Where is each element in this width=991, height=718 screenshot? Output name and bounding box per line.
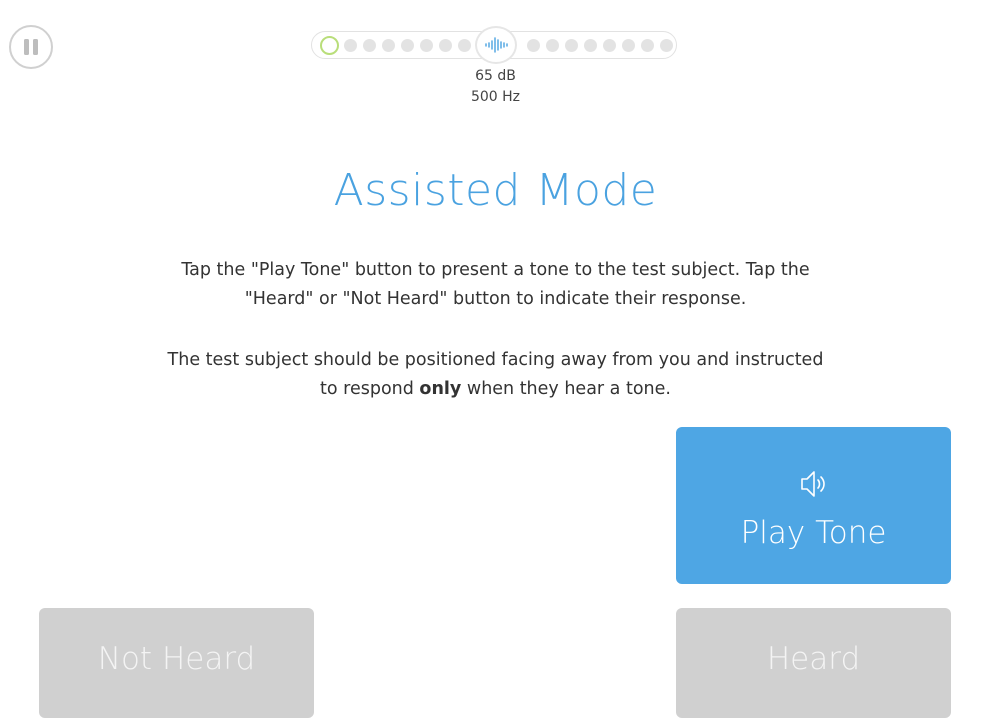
instructions-line-1: Tap the "Play Tone" button to present a … — [181, 260, 810, 280]
progress-dot — [660, 39, 673, 52]
instructions-text: Tap the "Play Tone" button to present a … — [100, 256, 891, 314]
progress-dot — [641, 39, 654, 52]
note-prefix: to respond — [320, 379, 420, 399]
not-heard-button[interactable]: Not Heard — [39, 608, 314, 718]
pause-button[interactable] — [9, 25, 53, 69]
progress-dot — [622, 39, 635, 52]
note-emphasis: only — [419, 379, 462, 399]
progress-dot-current — [320, 36, 339, 55]
current-tone-badge — [475, 26, 517, 64]
intensity-readout: 65 dB — [475, 68, 516, 84]
play-tone-label: Play Tone — [740, 514, 887, 551]
speaker-icon — [800, 470, 825, 497]
progress-dot — [603, 39, 616, 52]
page-title: Assisted Mode — [333, 165, 658, 216]
progress-dot — [458, 39, 471, 52]
sound-wave-icon — [485, 37, 508, 53]
progress-dot — [420, 39, 433, 52]
not-heard-label: Not Heard — [97, 641, 256, 677]
progress-dot — [401, 39, 414, 52]
heard-button[interactable]: Heard — [676, 608, 951, 718]
progress-dot — [363, 39, 376, 52]
note-suffix: when they hear a tone. — [461, 379, 671, 399]
pause-icon — [24, 39, 38, 55]
progress-dot — [439, 39, 452, 52]
progress-dot — [565, 39, 578, 52]
progress-dot — [382, 39, 395, 52]
progress-dot — [584, 39, 597, 52]
progress-dot — [527, 39, 540, 52]
note-line-2: to respond only when they hear a tone. — [100, 375, 891, 404]
positioning-note: The test subject should be positioned fa… — [100, 346, 891, 404]
play-tone-button[interactable]: Play Tone — [676, 427, 951, 584]
frequency-readout: 500 Hz — [470, 89, 521, 105]
instructions-line-2: "Heard" or "Not Heard" button to indicat… — [244, 289, 747, 309]
note-line-1: The test subject should be positioned fa… — [167, 350, 824, 370]
progress-dot — [546, 39, 559, 52]
heard-label: Heard — [766, 641, 861, 677]
progress-dot — [344, 39, 357, 52]
